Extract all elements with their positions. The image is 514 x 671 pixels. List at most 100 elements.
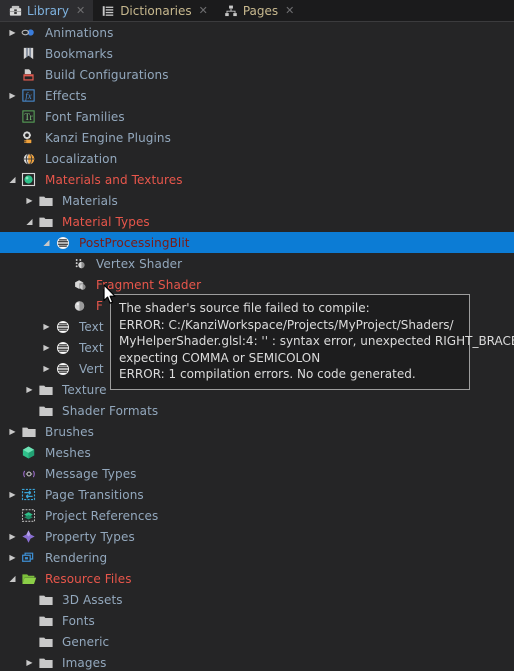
tree-item-3d-assets[interactable]: 3D Assets <box>0 589 514 610</box>
tree-item-label: PostProcessingBlit <box>79 235 190 250</box>
folder-icon <box>19 424 38 440</box>
chevron-right-icon[interactable]: ▶ <box>6 553 19 562</box>
tree-item-rendering[interactable]: ▶ Rendering <box>0 547 514 568</box>
resource-tree[interactable]: ▶ Animations Bookmarks Build Configurations… <box>0 22 514 671</box>
tree-item-vertex-shader[interactable]: Vertex Shader <box>0 253 514 274</box>
vertex-shader-icon <box>70 257 89 271</box>
tree-item-images[interactable]: ▶ Images <box>0 652 514 671</box>
material-type-icon <box>53 320 72 334</box>
chevron-right-icon[interactable]: ▶ <box>6 91 19 100</box>
tree-item-label: Text <box>79 340 104 355</box>
tree-item-label: Meshes <box>45 445 91 460</box>
tree-item-label: Rendering <box>45 550 108 565</box>
library-icon <box>8 4 22 18</box>
tree-item-label: Effects <box>45 88 87 103</box>
rendering-icon <box>19 550 38 565</box>
tab-close-icon[interactable]: ✕ <box>74 5 87 16</box>
chevron-right-icon[interactable]: ▶ <box>6 427 19 436</box>
effects-icon: fx <box>19 88 38 103</box>
bookmarks-icon <box>19 46 38 61</box>
tree-item-materials[interactable]: ▶ Materials <box>0 190 514 211</box>
tree-item-postprocessingblit[interactable]: ◢ PostProcessingBlit <box>0 232 514 253</box>
tree-item-label: Build Configurations <box>45 67 169 82</box>
chevron-right-icon[interactable]: ▶ <box>23 385 36 394</box>
font-families-icon: Tr <box>19 109 38 124</box>
tree-item-build-configurations[interactable]: Build Configurations <box>0 64 514 85</box>
tree-item-brushes[interactable]: ▶ Brushes <box>0 421 514 442</box>
tree-item-label: F <box>96 298 104 313</box>
tree-item-materials-and-textures[interactable]: ◢ Materials and Textures <box>0 169 514 190</box>
tree-item-label: Brushes <box>45 424 94 439</box>
tree-item-texture[interactable]: ▶ Texture <box>0 379 514 400</box>
chevron-right-icon[interactable]: ▶ <box>23 658 36 667</box>
tree-item-fonts[interactable]: Fonts <box>0 610 514 631</box>
chevron-right-icon[interactable]: ▶ <box>6 490 19 499</box>
tab-label: Pages <box>242 3 279 18</box>
chevron-right-icon[interactable]: ▶ <box>40 343 53 352</box>
chevron-right-icon[interactable]: ▶ <box>40 364 53 373</box>
tree-item-page-transitions[interactable]: ▶ Page Transitions <box>0 484 514 505</box>
property-types-icon <box>19 529 38 544</box>
tree-item-font-families[interactable]: Tr Font Families <box>0 106 514 127</box>
tree-item-resource-files[interactable]: ◢ Resource Files <box>0 568 514 589</box>
tree-item-text[interactable]: ▶ Text <box>0 337 514 358</box>
tab-label: Library <box>27 3 69 18</box>
tab-close-icon[interactable]: ✕ <box>197 5 210 16</box>
materials-textures-icon <box>19 172 38 187</box>
material-type-icon <box>53 341 72 355</box>
tree-item-label: Animations <box>45 25 114 40</box>
tab-library[interactable]: Library ✕ <box>0 0 94 21</box>
tree-item-label: Shader Formats <box>62 403 159 418</box>
tree-item-label: Bookmarks <box>45 46 113 61</box>
tab-dictionaries[interactable]: Dictionaries ✕ <box>93 0 216 21</box>
tree-item-effects[interactable]: ▶ fx Effects <box>0 85 514 106</box>
tree-item-animations[interactable]: ▶ Animations <box>0 22 514 43</box>
chevron-right-icon[interactable]: ▶ <box>40 322 53 331</box>
project-references-icon <box>19 508 38 523</box>
tree-item-shader-formats[interactable]: Shader Formats <box>0 400 514 421</box>
tree-item-label: Fonts <box>62 613 95 628</box>
tree-item-label: Materials <box>62 193 118 208</box>
tree-item-fragment-shader[interactable]: Fragment Shader <box>0 274 514 295</box>
tab-pages[interactable]: Pages ✕ <box>215 0 303 21</box>
tree-item-project-references[interactable]: Project References <box>0 505 514 526</box>
folder-icon <box>36 214 55 230</box>
chevron-right-icon[interactable]: ▶ <box>6 532 19 541</box>
page-transitions-icon <box>19 487 38 502</box>
tree-item-generic[interactable]: Generic <box>0 631 514 652</box>
tree-item-label: Fragment Shader <box>96 277 202 292</box>
folder-icon <box>36 634 55 650</box>
tree-item-label: Font Families <box>45 109 125 124</box>
chevron-right-icon[interactable]: ▶ <box>23 196 36 205</box>
tree-item-f[interactable]: F <box>0 295 514 316</box>
tree-item-vert[interactable]: ▶ Vert <box>0 358 514 379</box>
material-type-icon <box>53 236 72 250</box>
chevron-down-icon[interactable]: ◢ <box>6 574 19 583</box>
folder-icon <box>36 193 55 209</box>
animations-icon <box>19 25 38 40</box>
tree-item-label: Message Types <box>45 466 137 481</box>
tree-item-property-types[interactable]: ▶ Property Types <box>0 526 514 547</box>
svg-text:fx: fx <box>25 91 31 101</box>
dictionaries-icon <box>101 4 115 18</box>
kanzi-engine-plugins-icon <box>19 130 38 145</box>
svg-text:Tr: Tr <box>24 112 32 122</box>
tree-item-text[interactable]: ▶ Text <box>0 316 514 337</box>
tree-item-meshes[interactable]: Meshes <box>0 442 514 463</box>
folder-icon <box>36 382 55 398</box>
folder-open-icon <box>19 571 38 587</box>
tree-item-label: Text <box>79 319 104 334</box>
chevron-down-icon[interactable]: ◢ <box>40 238 53 247</box>
chevron-down-icon[interactable]: ◢ <box>23 217 36 226</box>
folder-icon <box>36 613 55 629</box>
tree-item-label: Materials and Textures <box>45 172 183 187</box>
tree-item-message-types[interactable]: Message Types <box>0 463 514 484</box>
chevron-down-icon[interactable]: ◢ <box>6 175 19 184</box>
meshes-icon <box>19 445 38 460</box>
tree-item-bookmarks[interactable]: Bookmarks <box>0 43 514 64</box>
tree-item-material-types[interactable]: ◢ Material Types <box>0 211 514 232</box>
tree-item-localization[interactable]: Localization <box>0 148 514 169</box>
tab-close-icon[interactable]: ✕ <box>283 5 296 16</box>
chevron-right-icon[interactable]: ▶ <box>6 28 19 37</box>
tree-item-kanzi-engine-plugins[interactable]: Kanzi Engine Plugins <box>0 127 514 148</box>
